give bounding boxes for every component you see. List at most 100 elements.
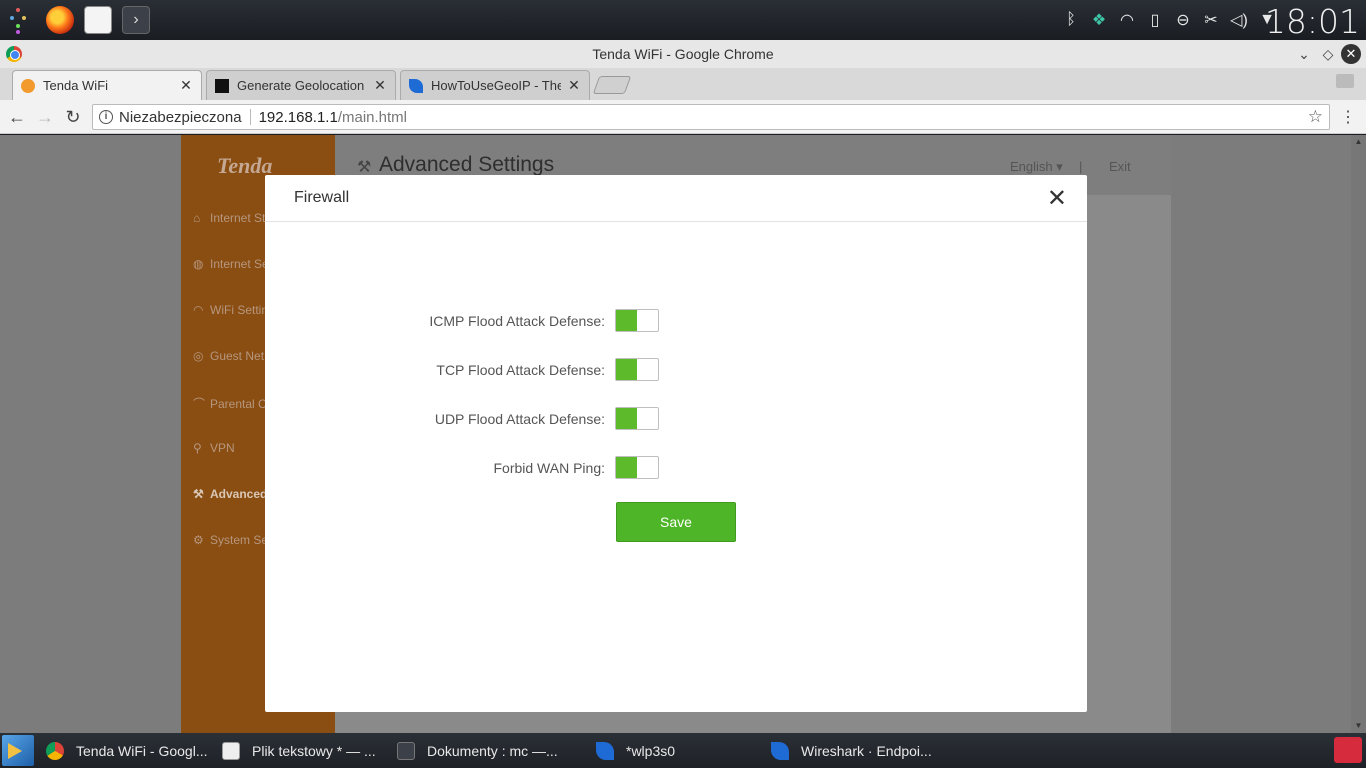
tab-tenda-wifi[interactable]: Tenda WiFi ✕: [12, 70, 202, 100]
sidebar-item-label: VPN: [210, 441, 235, 455]
page-title: Advanced Settings: [379, 153, 555, 176]
task-terminal[interactable]: Dokumenty : mc —...: [397, 737, 558, 764]
tab-howtousegeoip[interactable]: HowToUseGeoIP - The ✕: [400, 70, 590, 100]
forward-icon[interactable]: →: [34, 106, 56, 128]
volume-icon[interactable]: ◁): [1230, 10, 1248, 30]
usb-icon[interactable]: ⊖: [1174, 10, 1192, 30]
maximize-icon[interactable]: ◇: [1318, 44, 1338, 64]
toggle-knob-on: [616, 457, 637, 478]
forbid-wan-ping-row: Forbid WAN Ping:: [265, 456, 1087, 480]
tab-label: HowToUseGeoIP - The: [431, 78, 561, 93]
terminal-icon[interactable]: ›: [122, 6, 150, 34]
chrome-icon: [46, 741, 64, 760]
page-scrollbar[interactable]: ▲ ▼: [1351, 135, 1366, 733]
reload-icon[interactable]: ↻: [62, 106, 84, 128]
icmp-flood-toggle[interactable]: [615, 309, 659, 332]
url-host: 192.168.1.1: [258, 108, 338, 126]
language-label: English: [1010, 159, 1053, 174]
wrench-icon: ⚒: [357, 159, 372, 176]
wireshark-icon: [771, 741, 789, 760]
settings-icon: ⚙: [193, 533, 204, 547]
address-bar[interactable]: i Niezabezpieczona 192.168.1.1/main.html…: [92, 104, 1330, 130]
udp-flood-toggle[interactable]: [615, 407, 659, 430]
icmp-flood-row: ICMP Flood Attack Defense:: [265, 309, 1087, 333]
bluetooth-icon[interactable]: ᛒ: [1062, 11, 1080, 29]
tcp-flood-row: TCP Flood Attack Defense:: [265, 358, 1087, 382]
app-launcher-icon[interactable]: [4, 4, 36, 36]
tab-generate-geolocation[interactable]: Generate Geolocation ✕: [206, 70, 396, 100]
trash-icon[interactable]: [1334, 737, 1362, 763]
window-titlebar: Tenda WiFi - Google Chrome ⌄ ◇ ✕: [0, 40, 1366, 68]
sidebar-item-label: Internet Se: [210, 257, 269, 271]
save-button[interactable]: Save: [616, 502, 736, 542]
browser-toolbar: ← → ↻ i Niezabezpieczona 192.168.1.1/mai…: [0, 100, 1366, 134]
sidebar-item-label: Advanced: [210, 487, 268, 501]
tcp-flood-toggle[interactable]: [615, 358, 659, 381]
exit-link[interactable]: Exit: [1109, 159, 1131, 174]
toggle-knob-on: [616, 310, 637, 331]
bookmark-star-icon[interactable]: ☆: [1308, 107, 1323, 127]
sidebar-item-label: WiFi Settin: [210, 303, 269, 317]
wireshark-icon: [596, 741, 614, 760]
start-menu-icon[interactable]: [2, 735, 34, 766]
task-wireshark-capture[interactable]: *wlp3s0: [596, 737, 675, 764]
toggle-knob-on: [616, 408, 637, 429]
tcp-flood-label: TCP Flood Attack Defense:: [436, 362, 605, 378]
taskbar: Tenda WiFi - Googl... Plik tekstowy * — …: [0, 733, 1366, 768]
url-path: /main.html: [337, 108, 408, 126]
close-tab-icon[interactable]: ✕: [179, 77, 193, 94]
system-tray: ᛒ ❖ ◠ ▯ ⊖ ✂ ◁) ▼: [1062, 0, 1276, 40]
close-window-icon[interactable]: ✕: [1341, 44, 1361, 64]
icmp-flood-label: ICMP Flood Attack Defense:: [429, 313, 605, 329]
divider: [249, 109, 251, 125]
minimize-icon[interactable]: ⌄: [1294, 44, 1314, 64]
globe-icon: ◍: [193, 257, 204, 271]
close-icon[interactable]: ✕: [1047, 187, 1067, 211]
guest-icon: ◎: [193, 349, 204, 363]
task-label: Tenda WiFi - Googl...: [76, 742, 208, 759]
dialog-title: Firewall: [294, 189, 350, 206]
task-label: Wireshark · Endpoi...: [801, 742, 932, 759]
profile-icon[interactable]: [1336, 74, 1354, 88]
tab-label: Generate Geolocation: [237, 78, 365, 93]
tab-label: Tenda WiFi: [43, 78, 109, 93]
sidebar-item-label: Guest Net: [210, 349, 265, 363]
sidebar-item-label: System Se: [210, 533, 269, 547]
battery-icon[interactable]: ▯: [1146, 10, 1164, 30]
task-chrome[interactable]: Tenda WiFi - Googl...: [46, 737, 208, 764]
tenda-favicon-icon: [21, 78, 35, 93]
text-editor-icon[interactable]: [84, 6, 112, 34]
udp-flood-label: UDP Flood Attack Defense:: [434, 411, 605, 427]
text-editor-icon: [222, 741, 240, 760]
new-tab-button[interactable]: [592, 76, 632, 94]
forbid-wan-ping-label: Forbid WAN Ping:: [493, 460, 605, 476]
task-text-editor[interactable]: Plik tekstowy * — ...: [222, 737, 376, 764]
network-icon[interactable]: ❖: [1090, 10, 1108, 30]
close-tab-icon[interactable]: ✕: [373, 77, 387, 94]
scissors-icon[interactable]: ✂: [1202, 10, 1220, 30]
more-menu-icon[interactable]: ⋮: [1340, 107, 1356, 127]
security-label[interactable]: Niezabezpieczona: [119, 109, 242, 126]
tab-strip: Tenda WiFi ✕ Generate Geolocation ✕ HowT…: [0, 68, 1366, 100]
toggle-knob-on: [616, 359, 637, 380]
window-title: Tenda WiFi - Google Chrome: [592, 46, 774, 62]
scroll-up-icon[interactable]: ▲: [1351, 135, 1366, 149]
language-select[interactable]: English ▾: [1010, 159, 1063, 175]
task-label: *wlp3s0: [626, 742, 676, 759]
chevron-down-icon: ▾: [1056, 159, 1063, 174]
wrench-icon: ⚒: [193, 487, 204, 501]
info-icon[interactable]: i: [99, 110, 113, 124]
vpn-icon: ⚲: [193, 441, 202, 455]
firewall-dialog: Firewall ✕ ICMP Flood Attack Defense: TC…: [265, 175, 1087, 712]
scroll-down-icon[interactable]: ▼: [1351, 719, 1366, 733]
sidebar-item-label: Parental C: [210, 397, 267, 411]
firefox-icon[interactable]: [46, 6, 74, 34]
task-wireshark-endpoints[interactable]: Wireshark · Endpoi...: [771, 737, 932, 764]
forbid-wan-ping-toggle[interactable]: [615, 456, 659, 479]
back-icon[interactable]: ←: [6, 106, 28, 128]
wireshark-favicon-icon: [409, 78, 423, 93]
task-label: Dokumenty : mc —...: [427, 742, 558, 759]
clock: 18:01: [1264, 2, 1360, 41]
close-tab-icon[interactable]: ✕: [567, 77, 581, 94]
wifi-icon[interactable]: ◠: [1118, 10, 1136, 30]
